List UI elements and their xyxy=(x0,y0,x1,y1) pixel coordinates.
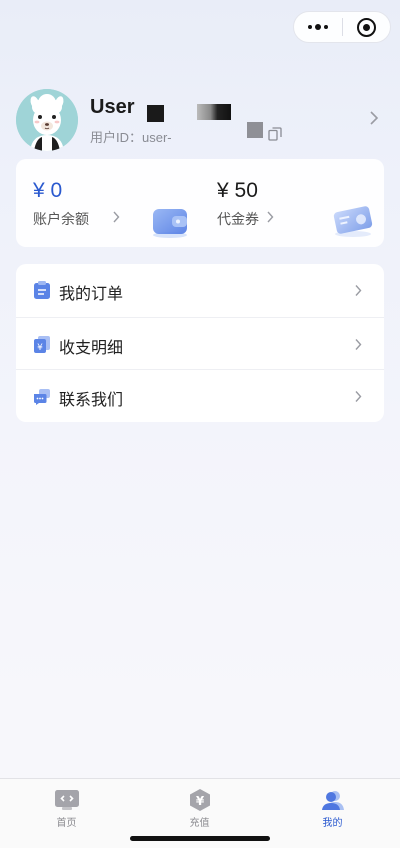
close-button[interactable] xyxy=(343,12,391,42)
menu-list: 我的订单 ¥ 收支明细 联系我们 xyxy=(16,264,384,422)
menu-item-transactions[interactable]: ¥ 收支明细 xyxy=(16,316,384,370)
wallet-card: ¥ 0 账户余额 ¥ 50 代金券 xyxy=(16,159,384,247)
voucher-label[interactable]: 代金券 xyxy=(217,209,259,229)
more-dots-icon xyxy=(307,24,328,30)
menu-item-label: 我的订单 xyxy=(59,284,124,303)
chevron-right-icon xyxy=(355,391,362,403)
menu-item-label: 联系我们 xyxy=(59,390,124,410)
more-button[interactable] xyxy=(294,12,342,42)
chevron-right-icon xyxy=(355,285,362,296)
tab-home[interactable]: 首页 xyxy=(0,779,133,831)
wallet-icon xyxy=(153,209,187,238)
tab-mine[interactable]: 我的 xyxy=(266,779,399,831)
menu-item-orders[interactable]: 我的订单 xyxy=(16,264,384,317)
voucher-amount[interactable]: ¥ 50 xyxy=(217,179,258,203)
balance-label[interactable]: 账户余额 xyxy=(33,209,89,229)
chevron-right-icon[interactable] xyxy=(368,110,380,126)
target-circle-icon xyxy=(356,17,376,37)
tab-label: 我的 xyxy=(322,818,343,829)
menu-item-contact[interactable]: 联系我们 xyxy=(16,369,384,422)
yuan-hexagon-icon: ¥ xyxy=(189,789,210,811)
clipboard-icon xyxy=(34,281,50,299)
user-name: User xyxy=(90,96,135,118)
yuan-document-icon: ¥ xyxy=(34,335,50,353)
svg-text:¥: ¥ xyxy=(37,343,43,353)
chat-bubbles-icon xyxy=(34,389,50,406)
chevron-right-icon xyxy=(267,211,274,223)
tab-label: 首页 xyxy=(56,818,77,829)
user-icon xyxy=(321,791,344,810)
redaction-block xyxy=(147,105,164,122)
redaction-block xyxy=(197,104,231,120)
balance-amount[interactable]: ¥ 0 xyxy=(33,179,62,203)
chevron-right-icon xyxy=(355,338,362,350)
monitor-code-icon xyxy=(54,790,79,810)
miniprogram-capsule xyxy=(293,11,391,43)
chevron-right-icon xyxy=(113,211,120,223)
user-id-label: 用户ID：user- xyxy=(90,130,172,145)
avatar[interactable] xyxy=(16,89,78,151)
svg-text:¥: ¥ xyxy=(195,794,204,808)
tab-label: 充值 xyxy=(189,818,210,829)
redaction-block xyxy=(247,122,263,138)
copy-icon[interactable] xyxy=(268,127,282,141)
alpaca-avatar-icon xyxy=(16,89,78,151)
voucher-ticket-icon xyxy=(333,206,373,237)
home-indicator xyxy=(130,836,270,841)
tab-recharge[interactable]: ¥ 充值 xyxy=(133,779,266,831)
menu-item-label: 收支明细 xyxy=(59,337,124,357)
